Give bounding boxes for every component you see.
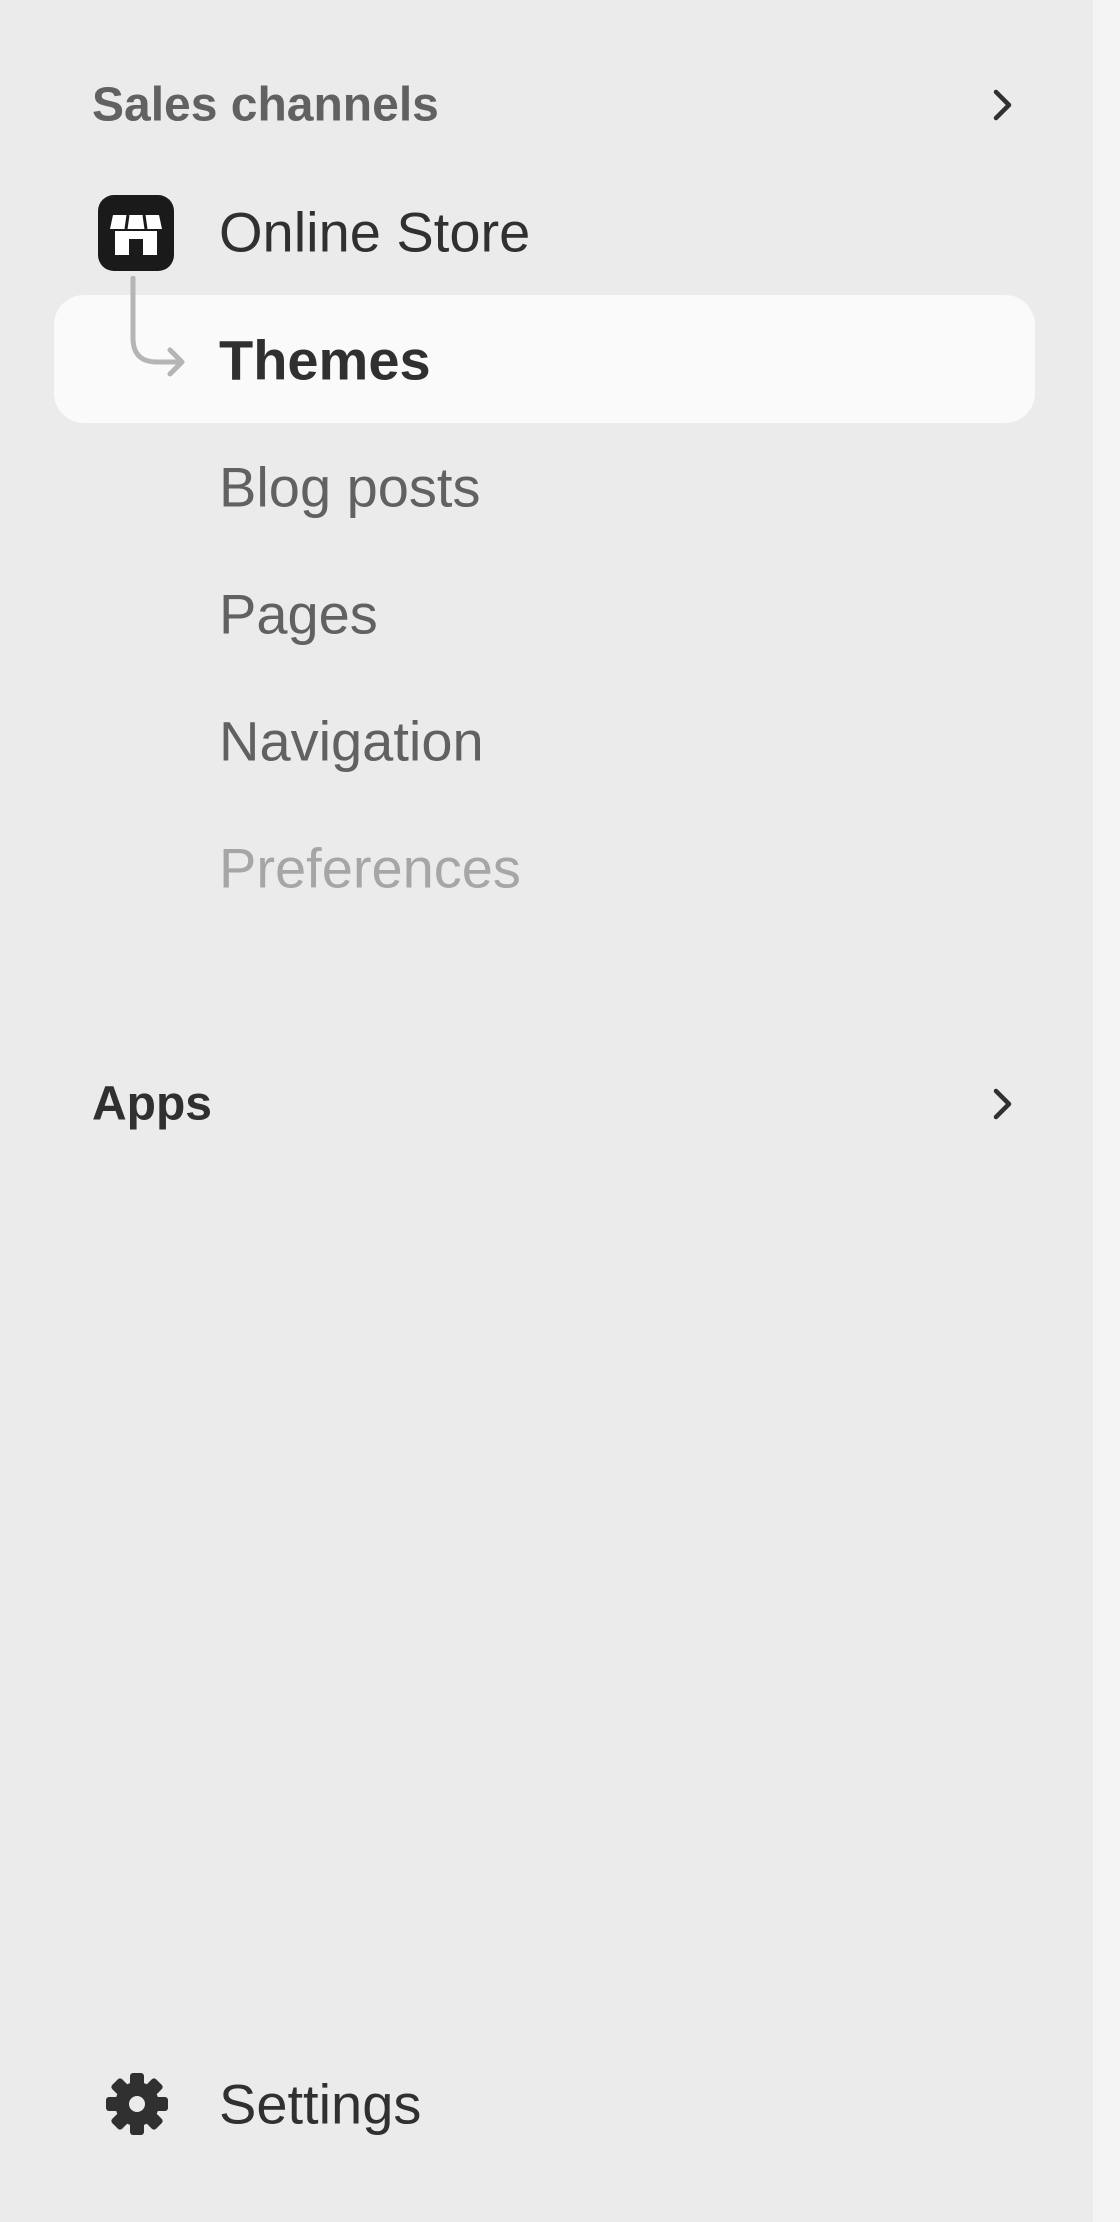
store-icon xyxy=(98,195,174,271)
gear-icon xyxy=(106,2073,168,2135)
chevron-right-icon[interactable] xyxy=(982,85,1022,125)
chevron-right-icon[interactable] xyxy=(982,1084,1022,1124)
sidebar: Sales channels Online Store Themes Blog … xyxy=(0,0,1093,2222)
pages-item[interactable]: Pages xyxy=(219,582,378,647)
blog-posts-item[interactable]: Blog posts xyxy=(219,455,481,520)
content-edge xyxy=(1093,0,1120,2222)
themes-label: Themes xyxy=(219,328,431,392)
apps-header[interactable]: Apps xyxy=(92,1069,1022,1139)
settings-label: Settings xyxy=(219,2072,422,2136)
themes-item[interactable] xyxy=(54,295,1035,423)
sales-channels-header[interactable]: Sales channels xyxy=(92,70,1022,140)
sales-channels-title: Sales channels xyxy=(92,78,439,132)
apps-title: Apps xyxy=(92,1077,212,1131)
navigation-item[interactable]: Navigation xyxy=(219,709,484,774)
tree-connector-icon xyxy=(130,276,185,377)
preferences-item[interactable]: Preferences xyxy=(219,836,521,901)
online-store-label: Online Store xyxy=(219,200,531,264)
